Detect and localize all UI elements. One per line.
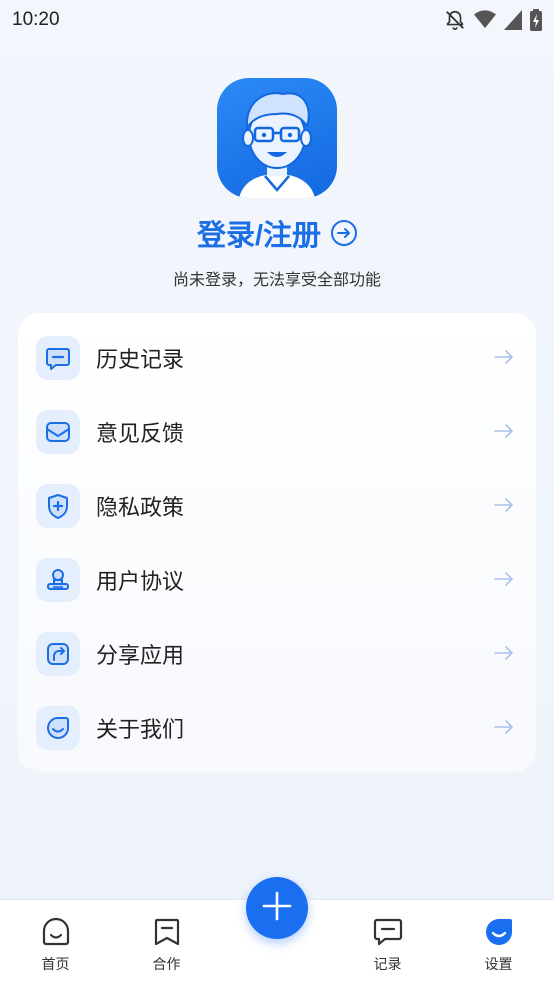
- nav-item-home[interactable]: 首页: [0, 900, 111, 974]
- nav-label: 记录: [373, 957, 402, 973]
- record-chat-icon: [372, 916, 404, 952]
- add-button[interactable]: [246, 877, 308, 939]
- menu-item-agreement[interactable]: 用户协议: [18, 543, 536, 617]
- menu-item-label: 关于我们: [96, 718, 185, 743]
- menu-item-label: 分享应用: [96, 644, 185, 669]
- battery-charging-icon: [530, 9, 542, 31]
- menu-item-label: 历史记录: [96, 348, 185, 373]
- nav-item-records[interactable]: 记录: [332, 900, 443, 974]
- history-chat-icon: [36, 336, 80, 380]
- home-icon: [40, 916, 72, 952]
- menu-item-label: 意见反馈: [96, 422, 185, 447]
- settings-smile-icon: [483, 916, 515, 952]
- arrow-right-icon: [494, 497, 514, 516]
- menu-item-privacy[interactable]: 隐私政策: [18, 469, 536, 543]
- bookmark-icon: [151, 916, 183, 952]
- arrow-right-icon: [494, 349, 514, 368]
- menu-item-label: 隐私政策: [96, 496, 185, 521]
- menu-item-label: 用户协议: [96, 570, 185, 595]
- nav-label: 设置: [484, 957, 513, 973]
- settings-menu: 历史记录 意见反馈 隐私政策 用户协议 分享应用 关于我们: [18, 313, 536, 772]
- arrow-right-icon: [494, 645, 514, 664]
- menu-item-feedback[interactable]: 意见反馈: [18, 395, 536, 469]
- notifications-off-icon: [444, 9, 466, 31]
- share-icon: [36, 632, 80, 676]
- login-register-label[interactable]: 登录/注册: [197, 212, 321, 254]
- arrow-right-icon: [494, 423, 514, 442]
- menu-item-history[interactable]: 历史记录: [18, 321, 536, 395]
- nav-item-cooperation[interactable]: 合作: [111, 900, 222, 974]
- user-avatar-icon[interactable]: [217, 78, 337, 198]
- nav-item-settings[interactable]: 设置: [443, 900, 554, 974]
- arrow-right-circle-icon[interactable]: [331, 220, 358, 246]
- status-time: 10:20: [12, 9, 60, 30]
- plus-icon: [260, 889, 294, 927]
- wifi-icon: [474, 10, 496, 30]
- profile-header: 登录/注册 尚未登录，无法享受全部功能: [0, 78, 554, 290]
- login-subtitle: 尚未登录，无法享受全部功能: [172, 270, 381, 289]
- privacy-shield-icon: [36, 484, 80, 528]
- menu-item-about[interactable]: 关于我们: [18, 691, 536, 765]
- arrow-right-icon: [494, 719, 514, 738]
- about-smile-icon: [36, 706, 80, 750]
- feedback-mail-icon: [36, 410, 80, 454]
- status-bar: 10:20: [0, 0, 554, 40]
- status-icons: [444, 9, 542, 31]
- nav-label: 首页: [41, 957, 70, 973]
- login-register-row[interactable]: 登录/注册: [197, 212, 358, 254]
- nav-label: 合作: [152, 957, 181, 973]
- signal-icon: [504, 10, 522, 30]
- menu-item-share[interactable]: 分享应用: [18, 617, 536, 691]
- agreement-stamp-icon: [36, 558, 80, 602]
- arrow-right-icon: [494, 571, 514, 590]
